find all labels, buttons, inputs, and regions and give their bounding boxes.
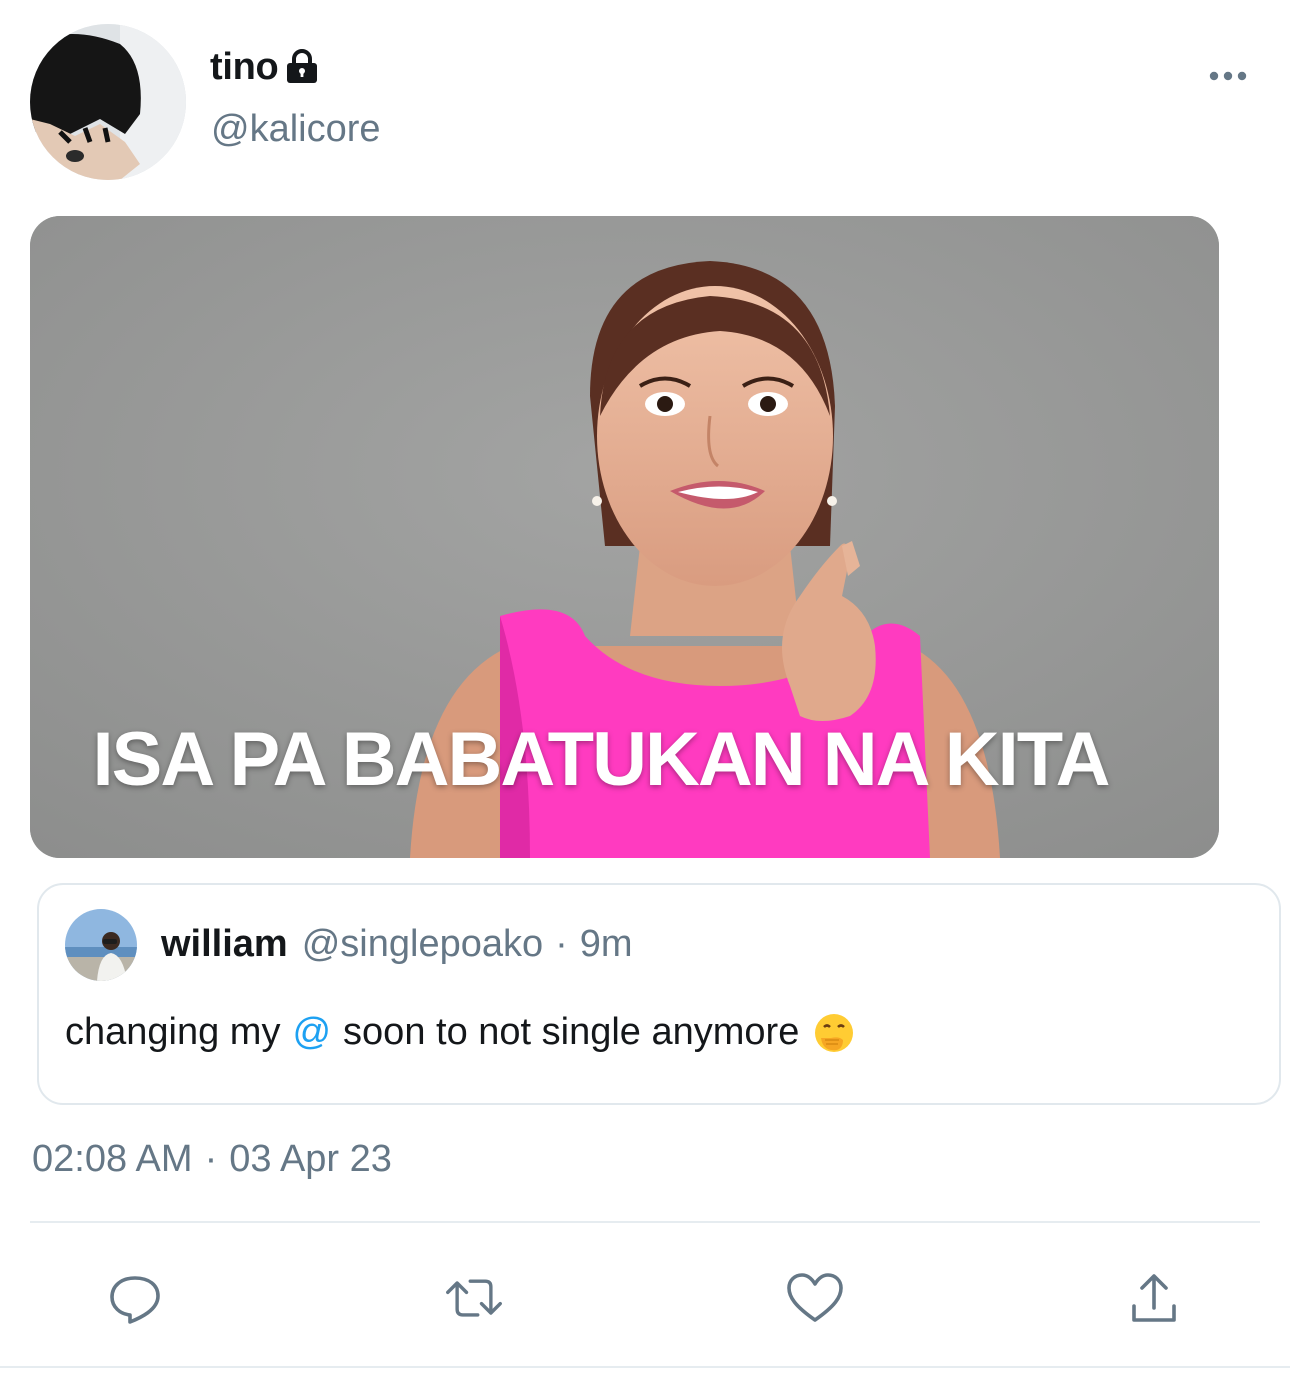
quoted-avatar-image xyxy=(65,909,137,981)
reply-button[interactable] xyxy=(105,1268,165,1328)
author-name[interactable]: tino xyxy=(210,46,279,89)
author-name-row: tino xyxy=(210,42,320,92)
more-dots-icon xyxy=(1209,71,1247,81)
lock-icon xyxy=(284,49,320,85)
timestamp-date: 03 Apr 23 xyxy=(229,1138,392,1180)
more-options-button[interactable] xyxy=(1200,56,1256,96)
quoted-time[interactable]: 9m xyxy=(580,923,633,966)
tweet: tino @kalicore ISA PA BABATUKAN NA KITA … xyxy=(0,0,1290,1387)
like-icon xyxy=(787,1273,843,1322)
retweet-button[interactable] xyxy=(444,1268,504,1328)
reply-icon xyxy=(110,1276,160,1324)
author-avatar[interactable] xyxy=(30,24,186,180)
quoted-tweet-text: changing my @ soon to not single anymore xyxy=(65,1011,855,1054)
share-button[interactable] xyxy=(1124,1268,1184,1328)
quoted-author-avatar[interactable] xyxy=(65,909,137,981)
quoted-author-name[interactable]: william xyxy=(161,923,288,966)
retweet-icon xyxy=(446,1279,502,1317)
divider xyxy=(30,1221,1260,1223)
quoted-text-before: changing my xyxy=(65,1011,281,1053)
author-handle[interactable]: @kalicore xyxy=(211,108,381,151)
tweet-timestamp[interactable]: 02:08 AM · 03 Apr 23 xyxy=(32,1138,392,1181)
quoted-author-handle[interactable]: @singlepoako xyxy=(302,923,543,966)
quoted-tweet-header: william @singlepoako · 9m xyxy=(161,923,633,966)
face-with-hand-over-mouth-emoji xyxy=(813,1012,855,1054)
quoted-text-after: soon to not single anymore xyxy=(343,1011,800,1053)
bottom-divider xyxy=(0,1366,1290,1368)
timestamp-time: 02:08 AM xyxy=(32,1138,193,1180)
quoted-tweet-card[interactable]: william @singlepoako · 9m changing my @ … xyxy=(37,883,1281,1105)
tweet-media[interactable]: ISA PA BABATUKAN NA KITA xyxy=(30,216,1219,858)
timestamp-separator: · xyxy=(204,1138,218,1180)
share-icon xyxy=(1132,1274,1176,1322)
author-avatar-image xyxy=(30,24,186,180)
media-caption: ISA PA BABATUKAN NA KITA xyxy=(92,717,1111,802)
quoted-separator: · xyxy=(555,923,568,965)
like-button[interactable] xyxy=(785,1268,845,1328)
mention-link[interactable]: @ xyxy=(292,1011,331,1054)
